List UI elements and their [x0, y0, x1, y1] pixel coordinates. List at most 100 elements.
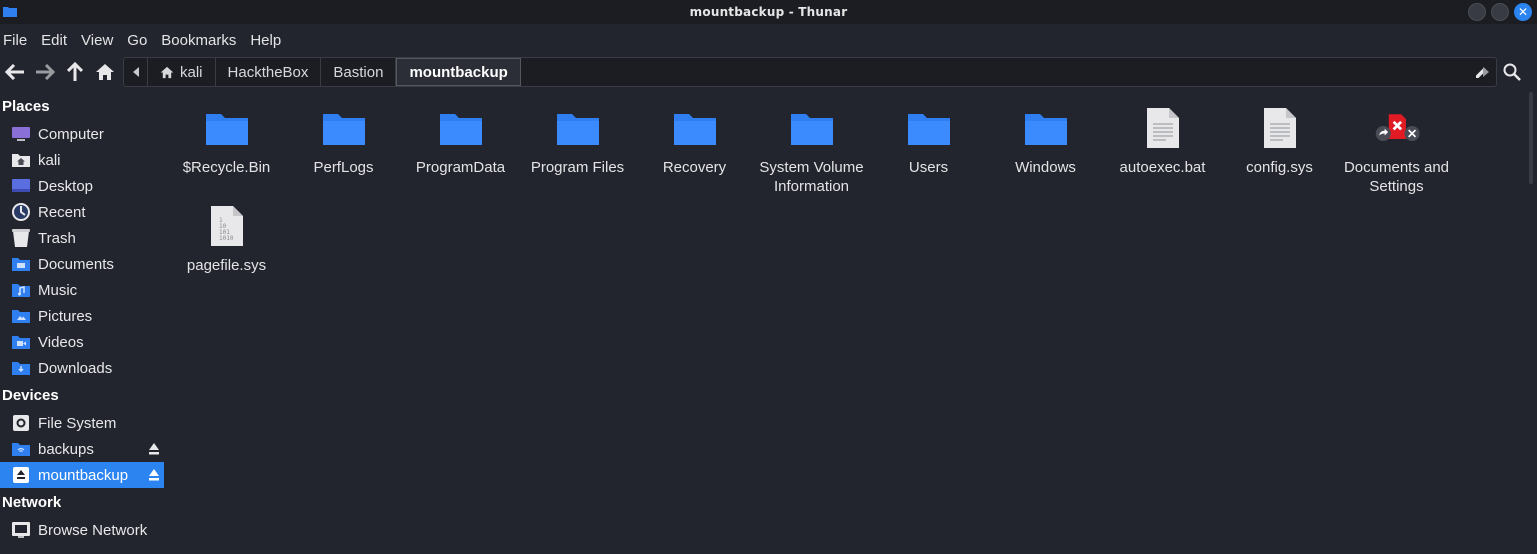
file-view[interactable]: $Recycle.Bin PerfLogs ProgramData Progra… — [165, 92, 1529, 554]
documents-folder-icon — [10, 254, 32, 274]
text-file-icon — [1139, 104, 1187, 152]
file-name: Users — [908, 159, 949, 176]
file-item[interactable]: ProgramData — [402, 104, 519, 177]
sidebar-item-recent[interactable]: Recent — [0, 199, 164, 225]
maximize-button[interactable] — [1491, 3, 1509, 21]
file-item[interactable]: Users — [870, 104, 987, 177]
sidebar-item-label: Pictures — [38, 307, 93, 325]
close-button[interactable]: ✕ — [1514, 3, 1532, 21]
home-button[interactable] — [90, 57, 120, 87]
file-item[interactable]: System Volume Information — [753, 104, 870, 196]
sidebar-item-mountbackup[interactable]: mountbackup — [0, 462, 164, 488]
arrow-right-icon — [36, 64, 55, 80]
folder-app-icon — [3, 7, 17, 17]
path-empty-area[interactable] — [521, 58, 1466, 86]
menu-edit[interactable]: Edit — [41, 32, 75, 49]
menu-help[interactable]: Help — [250, 32, 289, 49]
up-button[interactable] — [60, 57, 90, 87]
back-button[interactable] — [0, 57, 30, 87]
sidebar-item-label: Trash — [38, 229, 76, 247]
sidebar-item-trash[interactable]: Trash — [0, 225, 164, 251]
search-button[interactable] — [1497, 57, 1527, 87]
path-scroll-left-button[interactable] — [124, 58, 148, 86]
file-item[interactable]: Program Files — [519, 104, 636, 177]
devices-header: Devices — [2, 387, 59, 404]
sidebar-item-file-system[interactable]: File System — [0, 410, 164, 436]
sidebar-item-label: Music — [38, 281, 78, 299]
sidebar-item-label: Videos — [38, 333, 84, 351]
chevron-right-icon — [1483, 67, 1489, 77]
sidebar-item-label: Computer — [38, 125, 104, 143]
file-name: ProgramData — [415, 159, 506, 176]
file-name: config.sys — [1246, 159, 1313, 176]
scrollbar-thumb[interactable] — [1529, 92, 1533, 184]
crumb-label: HacktheBox — [227, 63, 309, 81]
folder-icon — [671, 104, 719, 152]
trash-icon — [10, 228, 32, 248]
folder-icon — [1022, 104, 1070, 152]
location-bar: kali HacktheBox Bastion mountbackup — [123, 57, 1497, 87]
sidebar-item-label: File System — [38, 414, 117, 432]
sidebar-item-label: mountbackup — [38, 466, 129, 484]
folder-icon — [554, 104, 602, 152]
eject-icon[interactable] — [148, 468, 160, 482]
folder-icon — [437, 104, 485, 152]
path-scroll-right-button[interactable] — [1477, 58, 1495, 86]
vertical-scrollbar[interactable] — [1529, 92, 1537, 554]
crumb-mountbackup[interactable]: mountbackup — [396, 58, 521, 86]
crumb-hackthebox[interactable]: HacktheBox — [216, 58, 322, 86]
file-item[interactable]: $Recycle.Bin — [168, 104, 285, 177]
file-name: pagefile.sys — [186, 257, 267, 274]
minimize-button[interactable] — [1468, 3, 1486, 21]
menu-go[interactable]: Go — [127, 32, 155, 49]
folder-icon — [320, 104, 368, 152]
file-name: Recovery — [662, 159, 727, 176]
file-name: Windows — [1015, 159, 1076, 176]
file-item[interactable]: autoexec.bat — [1104, 104, 1221, 177]
chevron-left-icon — [132, 67, 139, 77]
file-name: PerfLogs — [313, 159, 374, 176]
menu-view[interactable]: View — [81, 32, 121, 49]
menu-bookmarks[interactable]: Bookmarks — [161, 32, 244, 49]
sidebar-item-desktop[interactable]: Desktop — [0, 173, 164, 199]
sidebar-item-videos[interactable]: Videos — [0, 329, 164, 355]
drive-icon — [10, 413, 32, 433]
sidebar-item-documents[interactable]: Documents — [0, 251, 164, 277]
network-icon — [10, 520, 32, 540]
file-name: autoexec.bat — [1119, 159, 1206, 176]
arrow-up-icon — [67, 62, 83, 81]
file-item[interactable]: PerfLogs — [285, 104, 402, 177]
sidebar-item-pictures[interactable]: Pictures — [0, 303, 164, 329]
toolbar: kali HacktheBox Bastion mountbackup — [0, 56, 1537, 88]
sidebar-item-computer[interactable]: Computer — [0, 121, 164, 147]
forward-button[interactable] — [30, 57, 60, 87]
menu-bar: File Edit View Go Bookmarks Help — [0, 26, 1537, 54]
sidebar-item-downloads[interactable]: Downloads — [0, 355, 164, 381]
arrow-left-icon — [5, 64, 24, 80]
crumb-label: Bastion — [333, 63, 384, 81]
sidebar-item-kali[interactable]: kali — [0, 147, 164, 173]
sidebar-item-music[interactable]: Music — [0, 277, 164, 303]
file-item[interactable]: config.sys — [1221, 104, 1338, 177]
sidebar-item-label: backups — [38, 440, 94, 458]
menu-file[interactable]: File — [3, 32, 35, 49]
mounted-drive-icon — [10, 465, 32, 485]
pictures-folder-icon — [10, 306, 32, 326]
file-name: Program Files — [530, 159, 625, 176]
file-item[interactable]: Windows — [987, 104, 1104, 177]
sidebar-item-label: Browse Network — [38, 521, 148, 539]
network-header: Network — [2, 494, 62, 511]
crumb-bastion[interactable]: Bastion — [321, 58, 397, 86]
sidebar-item-browse-network[interactable]: Browse Network — [0, 517, 164, 543]
file-item[interactable]: 1 10 101 1010 pagefile.sys — [168, 202, 285, 275]
broken-link-icon — [1373, 104, 1421, 152]
sidebar-item-label: kali — [38, 151, 61, 169]
folder-icon — [203, 104, 251, 152]
file-item[interactable]: Recovery — [636, 104, 753, 177]
file-item[interactable]: Documents and Settings — [1338, 104, 1455, 196]
sidebar-item-backups[interactable]: backups — [0, 436, 164, 462]
eject-icon[interactable] — [148, 442, 160, 456]
binary-file-icon: 1 10 101 1010 — [203, 202, 251, 250]
crumb-kali[interactable]: kali — [148, 58, 216, 86]
title-bar[interactable]: mountbackup - Thunar ✕ — [0, 0, 1537, 24]
